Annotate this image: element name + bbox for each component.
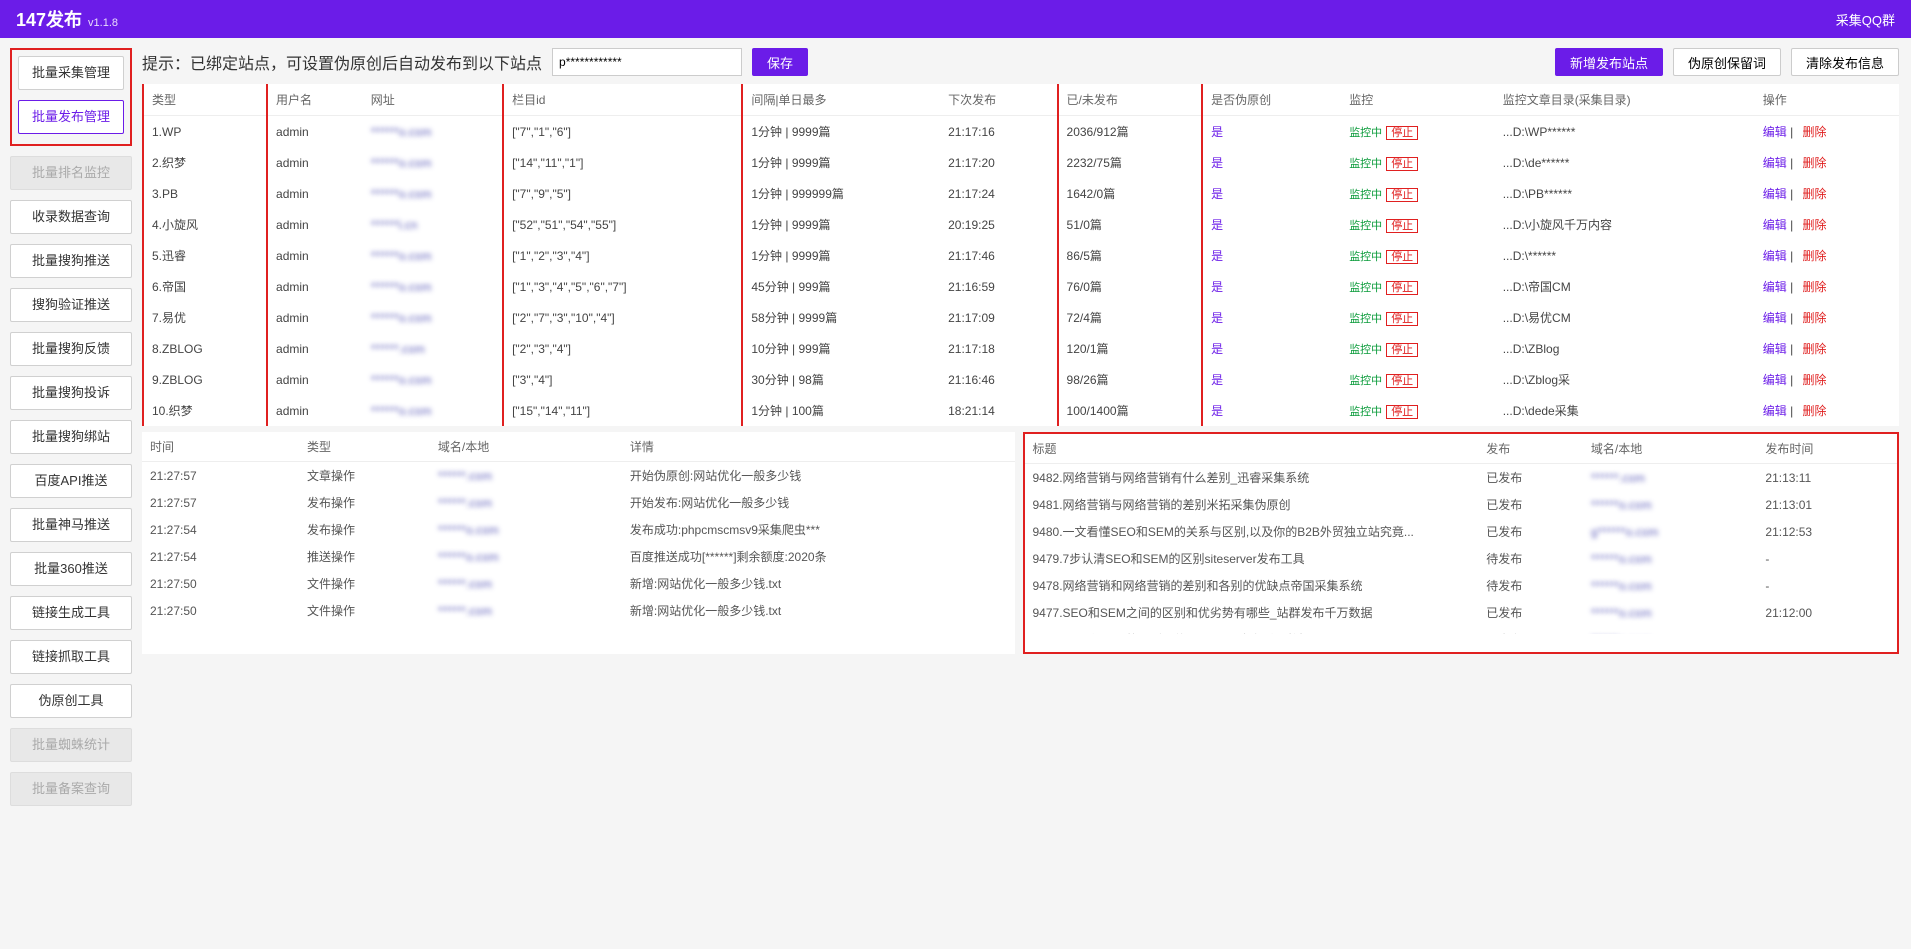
stop-button[interactable]: 停止	[1386, 374, 1418, 388]
col-header: 栏目id	[503, 84, 742, 116]
qq-group-link[interactable]: 采集QQ群	[1836, 10, 1895, 29]
table-row: 8.ZBLOGadmin******.com["2","3","4"]10分钟 …	[143, 333, 1899, 364]
stop-button[interactable]: 停止	[1386, 281, 1418, 295]
sidebar-item-14[interactable]: 伪原创工具	[10, 684, 132, 718]
delete-link[interactable]: 删除	[1803, 342, 1827, 356]
sidebar-item-2: 批量排名监控	[10, 156, 132, 190]
table-row: 4.小旋风admin******i.cn["52","51","54","55"…	[143, 209, 1899, 240]
col-header: 网址	[363, 84, 503, 116]
app-title: 147发布	[16, 6, 82, 32]
col-header: 类型	[143, 84, 267, 116]
col-header: 用户名	[267, 84, 363, 116]
stop-button[interactable]: 停止	[1386, 157, 1418, 171]
log-row: 9476.SEO和SEM的区别是什么_discuz发布千万数据已发布******…	[1025, 626, 1898, 634]
log-row: 21:27:57文章操作******.com开始伪原创:网站优化一般多少钱	[142, 462, 1015, 489]
log-row: 9478.网络营销和网络营销的差别和各别的优缺点帝国采集系统待发布******o…	[1025, 572, 1898, 599]
log-row: 9480.一文看懂SEO和SEM的关系与区别,以及你的B2B外贸独立站究竟...…	[1025, 518, 1898, 545]
sidebar-item-3[interactable]: 收录数据查询	[10, 200, 132, 234]
sidebar-item-7[interactable]: 批量搜狗投诉	[10, 376, 132, 410]
sidebar: 批量采集管理批量发布管理批量排名监控收录数据查询批量搜狗推送搜狗验证推送批量搜狗…	[0, 38, 142, 826]
log-row: 21:27:50文件操作******.com新增:网站优化一般多少钱.txt	[142, 597, 1015, 624]
edit-link[interactable]: 编辑	[1763, 404, 1787, 418]
log-row: 21:27:57发布操作******.com开始发布:网站优化一般多少钱	[142, 489, 1015, 516]
edit-link[interactable]: 编辑	[1763, 218, 1787, 232]
delete-link[interactable]: 删除	[1803, 187, 1827, 201]
toolbar: 提示：已绑定站点，可设置伪原创后自动发布到以下站点 保存 新增发布站点 伪原创保…	[142, 48, 1899, 76]
app-header: 147发布 v1.1.8 采集QQ群	[0, 0, 1911, 38]
col-header: 监控文章目录(采集目录)	[1495, 84, 1755, 116]
sites-table: 类型用户名网址栏目id间隔|单日最多下次发布已/未发布是否伪原创监控监控文章目录…	[142, 84, 1899, 426]
stop-button[interactable]: 停止	[1386, 219, 1418, 233]
log-row: 21:27:54推送操作******o.com百度推送成功[******]剩余额…	[142, 543, 1015, 570]
sidebar-item-13[interactable]: 链接抓取工具	[10, 640, 132, 674]
clear-info-button[interactable]: 清除发布信息	[1791, 48, 1899, 76]
table-row: 6.帝国admin******o.com["1","3","4","5","6"…	[143, 271, 1899, 302]
edit-link[interactable]: 编辑	[1763, 156, 1787, 170]
tip-text: 提示：已绑定站点，可设置伪原创后自动发布到以下站点	[142, 50, 542, 74]
log-row: 9481.网络营销与网络营销的差别米拓采集伪原创已发布******o.com21…	[1025, 491, 1898, 518]
sidebar-item-1[interactable]: 批量发布管理	[18, 100, 124, 134]
stop-button[interactable]: 停止	[1386, 250, 1418, 264]
stop-button[interactable]: 停止	[1386, 343, 1418, 357]
col-header: 是否伪原创	[1202, 84, 1341, 116]
col-header: 间隔|单日最多	[742, 84, 940, 116]
sidebar-item-16: 批量备案查询	[10, 772, 132, 806]
delete-link[interactable]: 删除	[1803, 125, 1827, 139]
sidebar-item-15: 批量蜘蛛统计	[10, 728, 132, 762]
edit-link[interactable]: 编辑	[1763, 249, 1787, 263]
delete-link[interactable]: 删除	[1803, 156, 1827, 170]
delete-link[interactable]: 删除	[1803, 280, 1827, 294]
log-row: 21:27:54发布操作******o.com发布成功:phpcmscmsv9采…	[142, 516, 1015, 543]
table-row: 7.易优admin******o.com["2","7","3","10","4…	[143, 302, 1899, 333]
log-row: 9479.7步认清SEO和SEM的区别siteserver发布工具待发布****…	[1025, 545, 1898, 572]
sidebar-item-8[interactable]: 批量搜狗绑站	[10, 420, 132, 454]
right-scrollbar[interactable]	[1025, 634, 1898, 652]
stop-button[interactable]: 停止	[1386, 126, 1418, 140]
log-row: 9482.网络营销与网络营销有什么差别_迅睿采集系统已发布******.com2…	[1025, 464, 1898, 491]
sidebar-item-10[interactable]: 批量神马推送	[10, 508, 132, 542]
col-header: 监控	[1341, 84, 1495, 116]
edit-link[interactable]: 编辑	[1763, 311, 1787, 325]
stop-button[interactable]: 停止	[1386, 405, 1418, 419]
add-site-button[interactable]: 新增发布站点	[1555, 48, 1663, 76]
log-row: 21:27:50文件操作******.com新增:网站优化一般多少钱.txt	[142, 570, 1015, 597]
sidebar-item-12[interactable]: 链接生成工具	[10, 596, 132, 630]
delete-link[interactable]: 删除	[1803, 404, 1827, 418]
sidebar-item-6[interactable]: 批量搜狗反馈	[10, 332, 132, 366]
edit-link[interactable]: 编辑	[1763, 342, 1787, 356]
col-header: 已/未发布	[1058, 84, 1203, 116]
left-scrollbar[interactable]	[142, 632, 1015, 650]
edit-link[interactable]: 编辑	[1763, 125, 1787, 139]
col-header: 下次发布	[940, 84, 1057, 116]
table-row: 5.迅睿admin******o.com["1","2","3","4"]1分钟…	[143, 240, 1899, 271]
stop-button[interactable]: 停止	[1386, 188, 1418, 202]
delete-link[interactable]: 删除	[1803, 373, 1827, 387]
app-version: v1.1.8	[88, 17, 118, 29]
sidebar-item-0[interactable]: 批量采集管理	[18, 56, 124, 90]
edit-link[interactable]: 编辑	[1763, 373, 1787, 387]
table-row: 1.WPadmin******o.com["7","1","6"]1分钟 | 9…	[143, 116, 1899, 148]
col-header: 操作	[1755, 84, 1899, 116]
edit-link[interactable]: 编辑	[1763, 280, 1787, 294]
sidebar-item-5[interactable]: 搜狗验证推送	[10, 288, 132, 322]
table-row: 3.PBadmin******o.com["7","9","5"]1分钟 | 9…	[143, 178, 1899, 209]
delete-link[interactable]: 删除	[1803, 311, 1827, 325]
sidebar-item-11[interactable]: 批量360推送	[10, 552, 132, 586]
sidebar-item-9[interactable]: 百度API推送	[10, 464, 132, 498]
token-input[interactable]	[552, 48, 742, 76]
table-row: 9.ZBLOGadmin******o.com["3","4"]30分钟 | 9…	[143, 364, 1899, 395]
delete-link[interactable]: 删除	[1803, 218, 1827, 232]
table-row: 10.织梦admin******o.com["15","14","11"]1分钟…	[143, 395, 1899, 426]
stop-button[interactable]: 停止	[1386, 312, 1418, 326]
sidebar-item-4[interactable]: 批量搜狗推送	[10, 244, 132, 278]
right-log-panel: 标题发布域名/本地发布时间 9482.网络营销与网络营销有什么差别_迅睿采集系统…	[1023, 432, 1900, 654]
reserve-words-button[interactable]: 伪原创保留词	[1673, 48, 1781, 76]
log-row: 9477.SEO和SEM之间的区别和优劣势有哪些_站群发布千万数据已发布****…	[1025, 599, 1898, 626]
edit-link[interactable]: 编辑	[1763, 187, 1787, 201]
left-log-panel: 时间类型域名/本地详情 21:27:57文章操作******.com开始伪原创:…	[142, 432, 1015, 654]
save-button[interactable]: 保存	[752, 48, 808, 76]
table-row: 2.织梦admin******o.com["14","11","1"]1分钟 |…	[143, 147, 1899, 178]
delete-link[interactable]: 删除	[1803, 249, 1827, 263]
